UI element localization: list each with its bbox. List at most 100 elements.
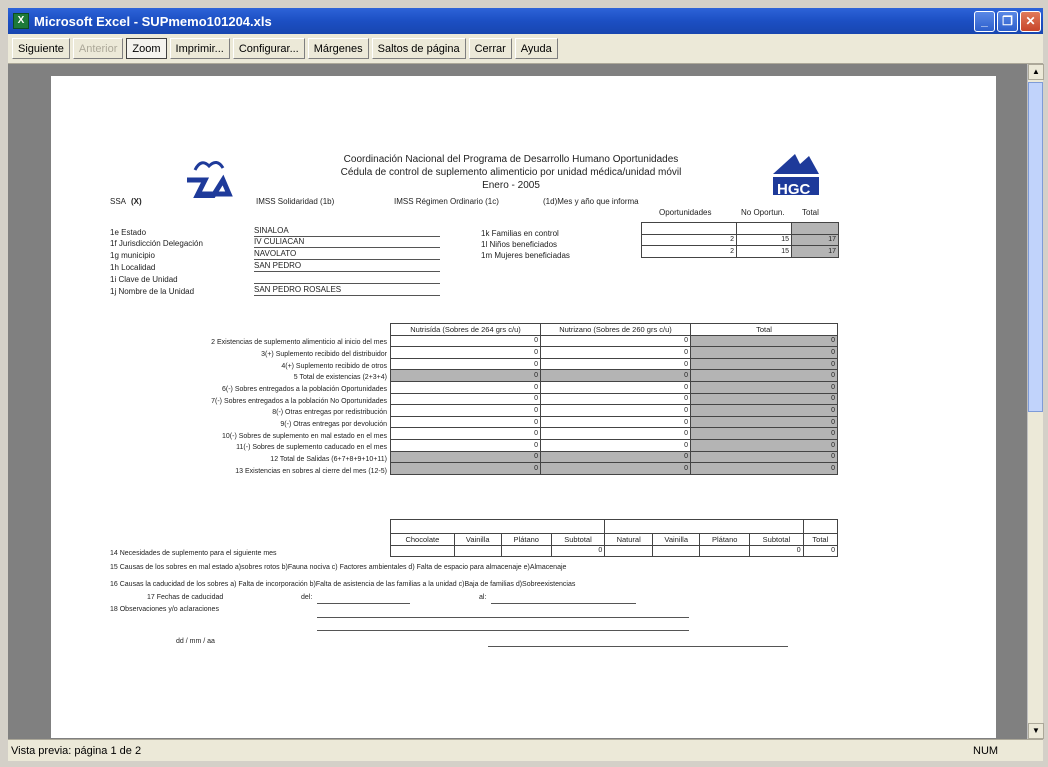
- setup-button[interactable]: Configurar...: [232, 38, 305, 59]
- window-title: Microsoft Excel - SUPmemo101204.xls: [34, 13, 272, 29]
- table-cell: 0: [390, 334, 541, 348]
- help-button[interactable]: Ayuda: [514, 38, 558, 59]
- table-cell: [791, 222, 839, 235]
- row-label: 11(-) Sobres de suplemento caducado en e…: [236, 444, 387, 451]
- table-cell: 0: [690, 450, 838, 464]
- field-label: 1h Localidad: [110, 263, 156, 272]
- row-label: 8(-) Otras entregas por redistribución: [272, 409, 387, 416]
- scroll-down-icon[interactable]: ▼: [1028, 723, 1044, 739]
- close-button[interactable]: ✕: [1020, 10, 1041, 32]
- field-underline: [254, 295, 440, 296]
- table-cell: 0: [690, 369, 838, 382]
- imss-solidaridad-label: IMSS Solidaridad (1b): [256, 197, 335, 206]
- table-cell: 0: [690, 462, 838, 475]
- table-cell: 0: [540, 427, 691, 440]
- row-label: 6(-) Sobres entregados a la población Op…: [222, 386, 387, 393]
- field-value: IV CULIACAN: [254, 237, 305, 246]
- margins-button[interactable]: Márgenes: [307, 38, 369, 59]
- print-preview-page: HGC Coordinación Nacional del Programa d…: [51, 76, 996, 738]
- table-cell: 0: [540, 380, 691, 394]
- fam-col-header: Total: [802, 208, 819, 217]
- fam-row-label: 1m Mujeres beneficiadas: [481, 251, 570, 260]
- zoom-button[interactable]: Zoom: [126, 38, 167, 59]
- row-label: 7(-) Sobres entregados a la población No…: [211, 398, 387, 405]
- table-row: 000: [390, 334, 838, 348]
- fam-col-header: Oportunidades: [659, 208, 712, 217]
- table-row: 000: [390, 357, 838, 371]
- date-format-label: dd / mm / aa: [176, 638, 215, 645]
- table-cell: 0: [540, 334, 691, 348]
- needs-table: Chocolate Vainilla Plátano Subtotal Natural V…: [389, 519, 839, 558]
- field-underline: [254, 283, 440, 284]
- table-row: 000: [390, 544, 839, 558]
- field-underline: [254, 259, 440, 260]
- table-cell: 0: [390, 438, 541, 452]
- table-cell: 0: [690, 346, 838, 359]
- vertical-scrollbar[interactable]: ▲ ▼: [1027, 64, 1044, 739]
- previous-button[interactable]: Anterior: [72, 38, 124, 59]
- table-cell: 0: [390, 404, 541, 417]
- page-break-button[interactable]: Saltos de página: [371, 38, 466, 59]
- signature-line: [488, 646, 788, 647]
- close-preview-button[interactable]: Cerrar: [468, 38, 512, 59]
- col-header: Total: [690, 323, 838, 336]
- table-row: 000: [390, 392, 838, 406]
- table-cell: 17: [791, 233, 839, 247]
- restore-button[interactable]: ❐: [997, 10, 1018, 32]
- title-bar[interactable]: X Microsoft Excel - SUPmemo101204.xls _ …: [8, 8, 1043, 34]
- table-cell: [736, 222, 792, 235]
- print-button[interactable]: Imprimir...: [169, 38, 230, 59]
- table-cell: 17: [791, 245, 839, 258]
- table-row: 000: [390, 438, 838, 452]
- preview-toolbar: Siguiente Anterior Zoom Imprimir... Conf…: [8, 34, 1043, 64]
- table-row: 000: [390, 427, 838, 440]
- families-table: 2 15 17 2 15 17: [641, 222, 839, 258]
- col-header: Plátano: [699, 533, 751, 546]
- table-cell: 0: [390, 369, 541, 382]
- col-header: Natural: [604, 533, 654, 546]
- table-row: 000: [390, 380, 838, 394]
- table-row: 2 15 17: [641, 245, 839, 258]
- scroll-up-icon[interactable]: ▲: [1028, 64, 1044, 80]
- table-cell: [604, 544, 654, 558]
- supplement-table: Nutrisída (Sobres de 264 grs c/u) Nutriza…: [390, 323, 838, 475]
- table-header-row: Nutrisída (Sobres de 264 grs c/u) Nutriza…: [390, 323, 838, 336]
- field-value: SAN PEDRO ROSALES: [254, 285, 342, 294]
- table-cell: 2: [641, 245, 737, 258]
- table-cell: 0: [390, 415, 541, 429]
- status-text: Vista previa: página 1 de 2: [11, 744, 142, 757]
- minimize-button[interactable]: _: [974, 10, 995, 32]
- table-row: 2 15 17: [641, 233, 839, 247]
- table-cell: 0: [390, 357, 541, 371]
- table-cell: 0: [540, 415, 691, 429]
- field-value: SINALOA: [254, 226, 289, 235]
- table-row: 000: [390, 450, 838, 464]
- table-cell: 0: [390, 450, 541, 464]
- header-line-2: Cédula de control de suplemento alimenti…: [340, 167, 682, 178]
- table-cell: [699, 544, 751, 558]
- observation-line: [317, 630, 689, 631]
- row-label: 4(+) Suplemento recibido de otros: [281, 363, 387, 370]
- table-cell: 0: [540, 404, 691, 417]
- field-label: 1j Nombre de la Unidad: [110, 287, 195, 296]
- table-cell: 0: [390, 392, 541, 406]
- field-label: 1e Estado: [110, 228, 147, 237]
- table-cell: 0: [550, 544, 606, 558]
- field-underline: [254, 271, 440, 272]
- field-label: 1i Clave de Unidad: [110, 275, 178, 284]
- col-header: Vainilla: [453, 533, 502, 546]
- row-label: 13 Existencias en sobres al cierre del m…: [235, 468, 387, 475]
- excel-icon: X: [13, 13, 29, 29]
- table-cell: 0: [540, 369, 691, 382]
- fam-col-header: No Oportun.: [741, 208, 785, 217]
- table-cell: 0: [690, 392, 838, 406]
- table-cell: 0: [540, 346, 691, 359]
- table-row: 000: [390, 404, 838, 417]
- fam-row-label: 1l Niños beneficiados: [481, 240, 558, 249]
- scroll-thumb[interactable]: [1028, 82, 1043, 412]
- table-cell: [652, 544, 701, 558]
- table-row: 000: [390, 369, 838, 382]
- row-label: 5 Total de existencias (2+3+4): [293, 374, 387, 381]
- expiry-dates-label: 17 Fechas de caducidad: [147, 594, 224, 601]
- next-button[interactable]: Siguiente: [12, 38, 70, 59]
